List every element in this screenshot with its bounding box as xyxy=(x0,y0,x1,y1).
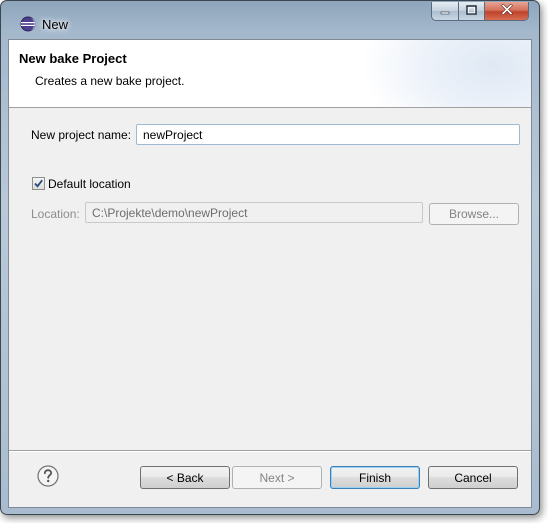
location-input[interactable]: C:\Projekte\demo\newProject xyxy=(85,202,423,223)
dialog-window: New New bake Project Creates a new bake … xyxy=(0,0,540,515)
default-location-label[interactable]: Default location xyxy=(48,177,131,191)
wizard-header: New bake Project Creates a new bake proj… xyxy=(9,40,531,108)
footer-separator xyxy=(9,450,531,452)
cancel-button[interactable]: Cancel xyxy=(428,466,518,489)
next-button[interactable]: Next > xyxy=(232,466,322,489)
minimize-button[interactable] xyxy=(432,2,458,20)
header-banner-graphic xyxy=(361,40,531,107)
browse-button[interactable]: Browse... xyxy=(429,203,519,225)
location-label: Location: xyxy=(31,207,80,221)
finish-button[interactable]: Finish xyxy=(330,466,420,489)
help-icon[interactable] xyxy=(37,465,59,487)
project-name-input[interactable]: newProject xyxy=(136,124,520,145)
minimize-icon xyxy=(440,2,450,20)
maximize-icon xyxy=(466,2,477,20)
dialog-client-area: New bake Project Creates a new bake proj… xyxy=(8,39,532,508)
back-button[interactable]: < Back xyxy=(140,466,230,489)
close-button[interactable] xyxy=(484,2,528,20)
project-name-label: New project name: xyxy=(31,128,132,142)
eclipse-app-icon xyxy=(20,16,36,32)
wizard-title: New bake Project xyxy=(19,51,127,66)
window-title: New xyxy=(42,17,69,32)
default-location-checkbox[interactable] xyxy=(32,177,45,190)
window-controls xyxy=(431,2,529,21)
wizard-description: Creates a new bake project. xyxy=(35,74,185,88)
close-icon xyxy=(501,2,513,20)
title-bar[interactable]: New xyxy=(1,1,539,35)
maximize-button[interactable] xyxy=(458,2,484,20)
